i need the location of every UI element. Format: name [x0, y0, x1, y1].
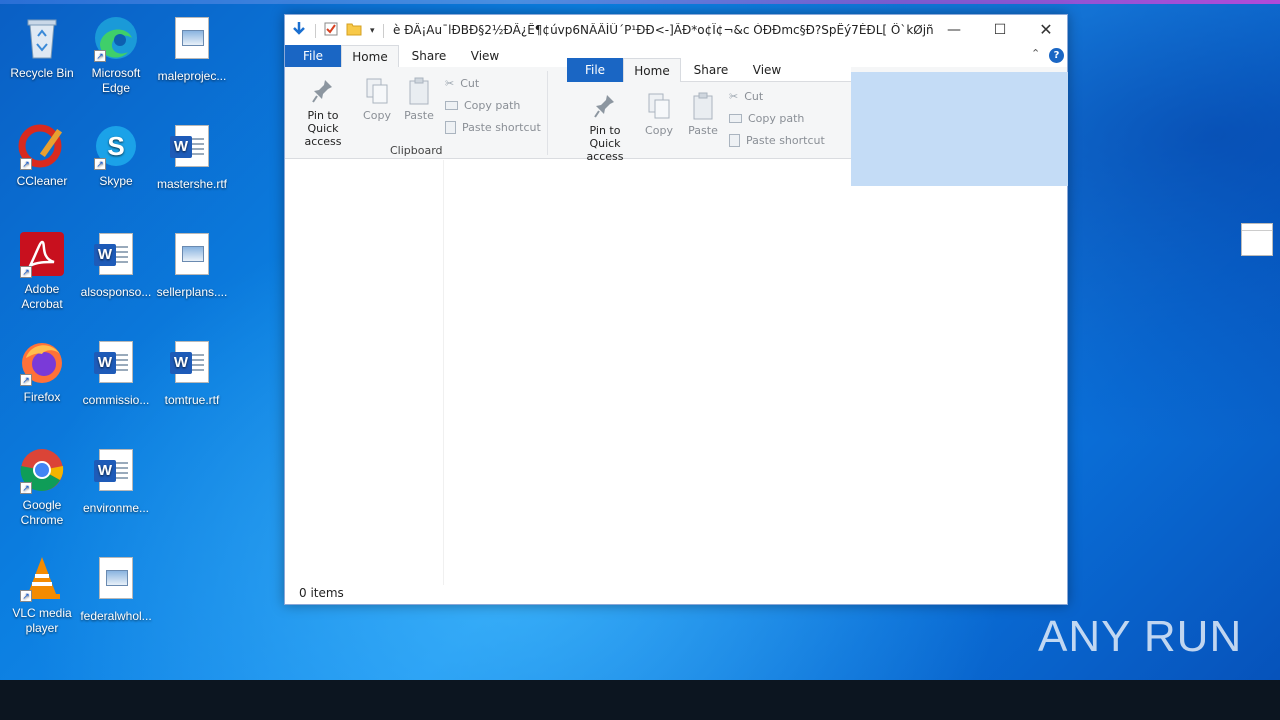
desktop-icon-environme[interactable]: W environme... — [78, 446, 154, 516]
ghost-copy-path-button[interactable]: Copy path — [729, 112, 804, 125]
shortcut-arrow-icon: ↗ — [20, 590, 32, 602]
title-bar[interactable]: ▾ è ÐÂ¡Au¯lÐBÐ§2½ÐÂ¿Ê¶¢úvp6NÂÂÌÛ´P¹ÐÐ<-]… — [285, 15, 1067, 45]
desktop-icon-commissio[interactable]: W commissio... — [78, 338, 154, 408]
ghost-tab-view[interactable]: View — [739, 58, 795, 82]
new-folder-icon[interactable] — [346, 22, 362, 39]
selection-highlight-artifact — [851, 72, 1068, 186]
pin-icon — [311, 77, 335, 105]
svg-text:S: S — [107, 131, 124, 161]
tab-share[interactable]: Share — [401, 45, 457, 67]
clipboard-icon — [407, 77, 431, 105]
separator — [315, 23, 316, 38]
desktop-icon-tomtrue[interactable]: W tomtrue.rtf — [154, 338, 230, 408]
desktop-icon-recycle-bin[interactable]: Recycle Bin — [4, 14, 80, 81]
minimize-button[interactable]: — — [931, 15, 977, 45]
ghost-cut-button[interactable]: ✂ Cut — [729, 90, 763, 103]
tab-view[interactable]: View — [457, 45, 513, 67]
top-edge-strip — [0, 0, 1280, 4]
word-document-icon: W — [168, 341, 216, 389]
desktop-icon-mastershe[interactable]: W mastershe.rtf — [154, 122, 230, 192]
ghost-tab-file[interactable]: File — [567, 58, 623, 82]
desktop-icon-maleproject[interactable]: maleprojec... — [154, 14, 230, 84]
maximize-button[interactable]: ☐ — [977, 15, 1023, 45]
pin-to-quick-access-button[interactable]: Pin to Quick access — [291, 77, 355, 148]
desktop-icon-alsosponso[interactable]: W alsosponso... — [78, 230, 154, 300]
desktop-icon-firefox[interactable]: ↗ Firefox — [4, 338, 80, 405]
ribbon-group-divider — [547, 71, 548, 155]
ghost-ribbon-overlay: File Home Share View Pin to Quick access… — [567, 58, 851, 163]
navigation-pane-divider — [443, 160, 444, 585]
separator — [382, 23, 384, 38]
copy-button[interactable]: Copy — [359, 77, 395, 122]
recycle-bin-icon — [18, 14, 66, 62]
desktop-icon-vlc[interactable]: ↗ VLC media player — [4, 554, 80, 636]
clipboard-icon — [691, 92, 715, 120]
ribbon-collapse-chevron-icon[interactable]: ⌃ — [1031, 47, 1040, 60]
download-arrow-icon[interactable] — [291, 21, 307, 40]
anyrun-watermark: ANY RUN — [1038, 612, 1243, 661]
desktop-icon-adobe-acrobat[interactable]: ↗ Adobe Acrobat — [4, 230, 80, 312]
acrobat-icon: ↗ — [18, 230, 66, 278]
vlc-icon: ↗ — [18, 554, 66, 602]
word-document-icon: W — [168, 125, 216, 173]
small-window-artifact[interactable] — [1241, 223, 1273, 256]
scissors-icon: ✂ — [445, 77, 455, 90]
cut-button[interactable]: ✂ Cut — [445, 77, 479, 90]
word-document-icon: W — [92, 449, 140, 497]
paste-shortcut-icon — [445, 121, 456, 134]
copy-path-icon — [445, 101, 458, 110]
tab-file[interactable]: File — [285, 45, 341, 67]
shortcut-arrow-icon: ↗ — [94, 50, 106, 62]
paste-shortcut-button[interactable]: Paste shortcut — [445, 121, 541, 134]
image-file-icon — [168, 233, 216, 281]
chrome-icon: ↗ — [18, 446, 66, 494]
pin-icon — [593, 92, 617, 120]
status-bar-item-count: 0 items — [299, 586, 344, 600]
desktop-icon-skype[interactable]: S ↗ Skype — [78, 122, 154, 189]
image-file-icon — [168, 17, 216, 65]
quick-access-toolbar: ▾ — [291, 21, 384, 40]
desktop-icon-federalwhol[interactable]: federalwhol... — [78, 554, 154, 624]
clipboard-group-label: Clipboard — [390, 144, 443, 157]
shortcut-arrow-icon: ↗ — [20, 374, 32, 386]
shortcut-arrow-icon: ↗ — [94, 158, 106, 170]
paste-shortcut-icon — [729, 134, 740, 147]
edge-icon: ↗ — [92, 14, 140, 62]
copy-icon — [647, 92, 671, 120]
ghost-tab-home[interactable]: Home — [623, 58, 681, 82]
image-file-icon — [92, 557, 140, 605]
paste-button[interactable]: Paste — [401, 77, 437, 122]
skype-icon: S ↗ — [92, 122, 140, 170]
ghost-paste-button[interactable]: Paste — [685, 92, 721, 137]
taskbar[interactable] — [0, 680, 1280, 720]
desktop-icon-ccleaner[interactable]: ↗ CCleaner — [4, 122, 80, 189]
word-document-icon: W — [92, 233, 140, 281]
properties-icon[interactable] — [324, 22, 338, 39]
desktop-icon-chrome[interactable]: ↗ Google Chrome — [4, 446, 80, 528]
close-button[interactable]: ✕ — [1023, 15, 1069, 45]
firefox-icon: ↗ — [18, 338, 66, 386]
copy-path-icon — [729, 114, 742, 123]
desktop-icon-edge[interactable]: ↗ Microsoft Edge — [78, 14, 154, 96]
shortcut-arrow-icon: ↗ — [20, 158, 32, 170]
desktop-icon-sellerplans[interactable]: sellerplans.... — [154, 230, 230, 300]
help-icon[interactable]: ? — [1049, 48, 1064, 63]
ghost-ribbon-tabs: File Home Share View — [567, 58, 851, 82]
copy-icon — [365, 77, 389, 105]
window-title: è ÐÂ¡Au¯lÐBÐ§2½ÐÂ¿Ê¶¢úvp6NÂÂÌÛ´P¹ÐÐ<-]ÂÐ… — [393, 23, 933, 37]
ccleaner-icon: ↗ — [18, 122, 66, 170]
customize-qat-chevron-icon[interactable]: ▾ — [370, 26, 375, 36]
tab-home[interactable]: Home — [341, 45, 399, 67]
ghost-copy-button[interactable]: Copy — [641, 92, 677, 137]
ghost-paste-shortcut-button[interactable]: Paste shortcut — [729, 134, 825, 147]
ghost-tab-share[interactable]: Share — [683, 58, 739, 82]
scissors-icon: ✂ — [729, 90, 739, 103]
word-document-icon: W — [92, 341, 140, 389]
ghost-pin-button[interactable]: Pin to Quick access — [573, 92, 637, 163]
shortcut-arrow-icon: ↗ — [20, 266, 32, 278]
shortcut-arrow-icon: ↗ — [20, 482, 32, 494]
copy-path-button[interactable]: Copy path — [445, 99, 520, 112]
